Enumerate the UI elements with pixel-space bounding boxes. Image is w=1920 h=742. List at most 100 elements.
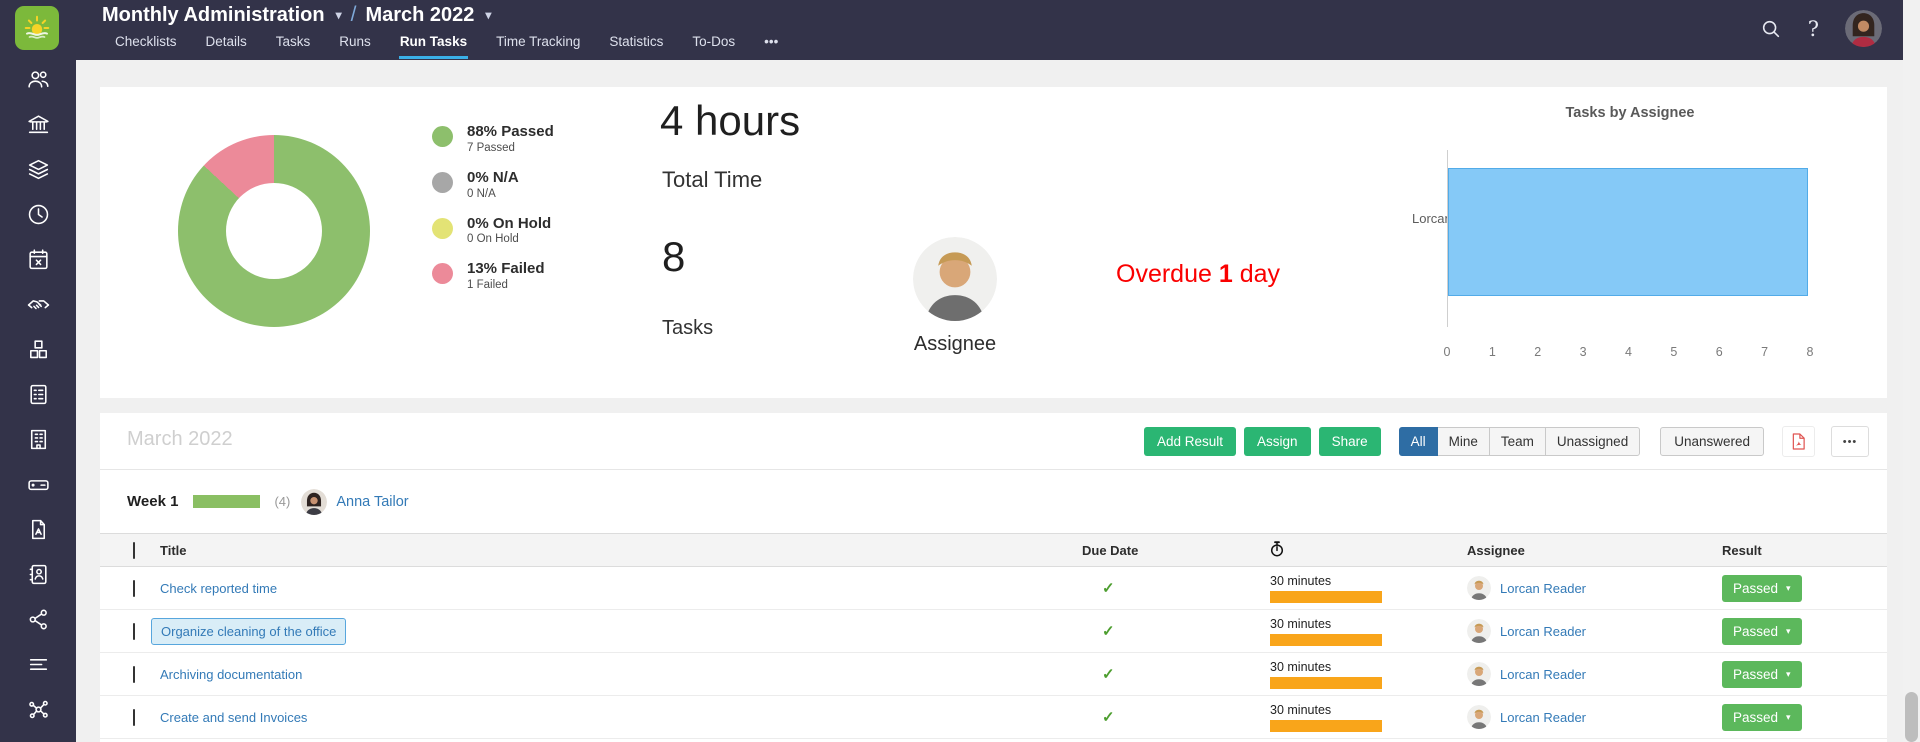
- column-due-date[interactable]: Due Date: [1082, 543, 1270, 558]
- contacts-icon[interactable]: [25, 561, 51, 587]
- chevron-down-icon: ▾: [1786, 669, 1791, 680]
- assignee-avatar[interactable]: [913, 237, 997, 321]
- tab-tasks[interactable]: Tasks: [275, 31, 312, 59]
- result-dropdown-button[interactable]: Passed▾: [1722, 661, 1802, 688]
- network-icon[interactable]: [25, 696, 51, 722]
- app-logo[interactable]: [15, 6, 59, 50]
- lines-icon[interactable]: [25, 651, 51, 677]
- group-assignee-link[interactable]: Anna Tailor: [336, 494, 408, 510]
- run-title[interactable]: March 2022: [365, 4, 474, 27]
- user-avatar[interactable]: [1845, 10, 1882, 47]
- filter-mine-button[interactable]: Mine: [1437, 427, 1490, 456]
- group-assignee-avatar[interactable]: [301, 489, 327, 515]
- tab-runs[interactable]: Runs: [338, 31, 372, 59]
- row-assignee-link[interactable]: Lorcan Reader: [1500, 624, 1586, 639]
- x-tick: 5: [1667, 345, 1681, 359]
- result-dropdown-button[interactable]: Passed▾: [1722, 704, 1802, 731]
- task-count-value: 8: [662, 233, 685, 281]
- result-value: Passed: [1733, 624, 1778, 639]
- top-actions: ?: [1760, 10, 1882, 47]
- column-result[interactable]: Result: [1722, 543, 1887, 558]
- task-title-link[interactable]: Check reported time: [160, 581, 277, 596]
- row-checkbox[interactable]: [133, 666, 135, 683]
- task-title-link[interactable]: Create and send Invoices: [160, 710, 307, 725]
- pdf-document-icon[interactable]: [25, 516, 51, 542]
- search-icon[interactable]: [1760, 18, 1782, 40]
- chevron-down-icon[interactable]: ▾: [336, 8, 342, 22]
- legend-label: 88% Passed: [467, 123, 554, 142]
- sidebar: [0, 0, 76, 742]
- week-task-count: (4): [274, 494, 290, 509]
- chart-x-axis: 0 1 2 3 4 5 6 7 8: [1440, 345, 1817, 359]
- column-timer[interactable]: [1270, 541, 1467, 560]
- share-button[interactable]: Share: [1319, 427, 1381, 456]
- filter-team-button[interactable]: Team: [1489, 427, 1546, 456]
- scrollbar-thumb[interactable]: [1905, 692, 1918, 742]
- tabs-overflow-button[interactable]: •••: [763, 31, 779, 59]
- checklist-icon[interactable]: [25, 381, 51, 407]
- layers-icon[interactable]: [25, 156, 51, 182]
- team-icon[interactable]: [25, 66, 51, 92]
- help-icon[interactable]: ?: [1808, 17, 1819, 41]
- toolbar-more-button[interactable]: •••: [1831, 426, 1869, 457]
- breadcrumb: Monthly Administration ▾ / March 2022 ▾: [102, 3, 491, 27]
- assignee-summary: Assignee: [898, 237, 1012, 356]
- legend-label: 0% N/A: [467, 169, 519, 188]
- unanswered-button[interactable]: Unanswered: [1660, 427, 1764, 456]
- row-assignee-avatar[interactable]: [1467, 619, 1491, 643]
- tab-run-tasks[interactable]: Run Tasks: [399, 31, 468, 59]
- cubes-icon[interactable]: [25, 336, 51, 362]
- clock-icon[interactable]: [25, 201, 51, 227]
- run-tasks-card: March 2022 Add Result Assign Share All M…: [100, 413, 1887, 742]
- filter-unassigned-button[interactable]: Unassigned: [1545, 427, 1640, 456]
- building-icon[interactable]: [25, 426, 51, 452]
- top-bar: Monthly Administration ▾ / March 2022 ▾ …: [76, 0, 1920, 60]
- pdf-export-button[interactable]: [1782, 426, 1815, 457]
- share-icon[interactable]: [25, 606, 51, 632]
- time-value: 30 minutes: [1270, 574, 1467, 588]
- row-checkbox[interactable]: [133, 709, 135, 726]
- chart-plot-area: [1447, 150, 1808, 327]
- add-result-button[interactable]: Add Result: [1144, 427, 1236, 456]
- row-assignee-avatar[interactable]: [1467, 662, 1491, 686]
- tab-to-dos[interactable]: To-Dos: [691, 31, 736, 59]
- chevron-down-icon[interactable]: ▾: [485, 8, 491, 22]
- tab-time-tracking[interactable]: Time Tracking: [495, 31, 581, 59]
- legend-label: 13% Failed: [467, 260, 545, 279]
- row-assignee-link[interactable]: Lorcan Reader: [1500, 581, 1586, 596]
- table-row: Organize cleaning of the office ✓ 30 min…: [100, 610, 1887, 653]
- vertical-scrollbar[interactable]: [1903, 0, 1920, 742]
- task-title-link[interactable]: Organize cleaning of the office: [161, 624, 336, 639]
- filter-all-button[interactable]: All: [1399, 427, 1438, 456]
- column-assignee[interactable]: Assignee: [1467, 543, 1722, 558]
- row-checkbox[interactable]: [133, 623, 135, 640]
- handshake-icon[interactable]: [25, 291, 51, 317]
- result-dropdown-button[interactable]: Passed▾: [1722, 575, 1802, 602]
- calendar-x-icon[interactable]: [25, 246, 51, 272]
- tab-checklists[interactable]: Checklists: [114, 31, 178, 59]
- pdf-icon: [1791, 433, 1806, 450]
- row-assignee-link[interactable]: Lorcan Reader: [1500, 710, 1586, 725]
- select-all-checkbox[interactable]: [133, 542, 135, 559]
- row-assignee-avatar[interactable]: [1467, 576, 1491, 600]
- tab-statistics[interactable]: Statistics: [608, 31, 664, 59]
- time-progress-bar: [1270, 677, 1382, 689]
- row-assignee-link[interactable]: Lorcan Reader: [1500, 667, 1586, 682]
- task-title-link[interactable]: Archiving documentation: [160, 667, 302, 682]
- overdue-unit: day: [1240, 260, 1280, 288]
- tab-details[interactable]: Details: [205, 31, 248, 59]
- row-assignee-avatar[interactable]: [1467, 705, 1491, 729]
- column-title[interactable]: Title: [160, 543, 1082, 558]
- time-progress-bar: [1270, 720, 1382, 732]
- result-dropdown-button[interactable]: Passed▾: [1722, 618, 1802, 645]
- drive-icon[interactable]: [25, 471, 51, 497]
- assign-button[interactable]: Assign: [1244, 427, 1311, 456]
- stopwatch-icon: [1270, 541, 1284, 557]
- legend-item-na: 0% N/A 0 N/A: [432, 169, 554, 200]
- week-progress-bar: [193, 495, 260, 508]
- checklist-title[interactable]: Monthly Administration: [102, 4, 325, 27]
- row-checkbox[interactable]: [133, 580, 135, 597]
- table-row: Create and send Invoices ✓ 30 minutes Lo…: [100, 696, 1887, 739]
- institution-icon[interactable]: [25, 111, 51, 137]
- assignment-filter: All Mine Team Unassigned: [1399, 427, 1641, 456]
